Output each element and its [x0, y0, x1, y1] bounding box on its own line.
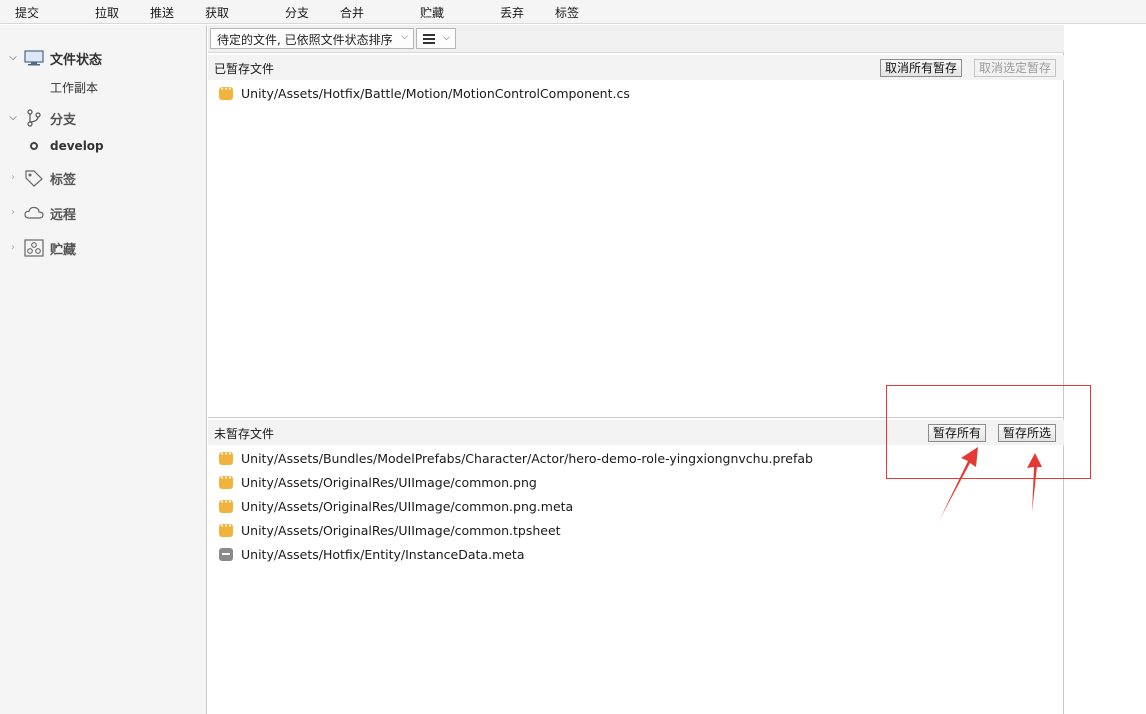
- filter-bar: 待定的文件, 已依照文件状态排序 ⌵ ⌵: [208, 25, 1064, 53]
- fetch-button[interactable]: 获取: [205, 4, 229, 21]
- sidebar-item-label: 文件状态: [50, 52, 103, 68]
- file-path: Unity/Assets/Hotfix/Entity/InstanceData.…: [241, 547, 525, 562]
- cloud-icon: [24, 204, 44, 222]
- annotation-arrow-left: [940, 447, 978, 519]
- sidebar-subitem-label: 工作副本: [50, 80, 99, 95]
- chevron-right-icon[interactable]: ›: [8, 208, 18, 218]
- pull-button[interactable]: 拉取: [95, 4, 119, 21]
- sidebar: ⌵ 文件状态 工作副本 ⌵ 分支 develop › 标签 › 远程 › 贮藏: [0, 25, 207, 714]
- sidebar-item-label: 分支: [50, 112, 77, 128]
- toolbar: 提交 拉取 推送 获取 分支 合并 贮藏 丢弃 标签: [0, 0, 1146, 24]
- file-path: Unity/Assets/OriginalRes/UIImage/common.…: [241, 523, 561, 538]
- push-button[interactable]: 推送: [150, 4, 174, 21]
- chevron-down-icon[interactable]: ⌵: [8, 113, 18, 123]
- monitor-icon: [24, 49, 44, 67]
- stash-button[interactable]: 贮藏: [420, 4, 444, 21]
- tag-icon: [24, 169, 44, 187]
- sidebar-item-working-copy[interactable]: 工作副本: [0, 76, 207, 98]
- file-path: Unity/Assets/OriginalRes/UIImage/common.…: [241, 475, 537, 490]
- unstaged-title: 未暂存文件: [214, 427, 275, 441]
- sidebar-item-branch-develop[interactable]: develop: [0, 135, 207, 157]
- chevron-down-icon[interactable]: ⌵: [8, 53, 18, 63]
- chevron-right-icon[interactable]: ›: [8, 243, 18, 253]
- sidebar-item-remotes[interactable]: › 远程: [0, 202, 207, 224]
- modified-icon: ···: [219, 474, 233, 489]
- staged-title: 已暂存文件: [214, 62, 275, 76]
- unstage-all-button[interactable]: 取消所有暂存: [880, 59, 963, 77]
- modified-icon: ···: [219, 522, 233, 537]
- sidebar-item-tags[interactable]: › 标签: [0, 167, 207, 189]
- sidebar-item-label: 标签: [50, 172, 77, 188]
- list-view-icon: [423, 34, 435, 44]
- chevron-right-icon[interactable]: ›: [8, 173, 18, 183]
- branch-name: develop: [50, 139, 104, 153]
- commit-button[interactable]: 提交: [15, 4, 39, 21]
- sidebar-item-label: 远程: [50, 207, 77, 223]
- tag-button[interactable]: 标签: [555, 4, 579, 21]
- main-panel: 待定的文件, 已依照文件状态排序 ⌵ ⌵ 已暂存文件 取消所有暂存 取消选定暂存…: [208, 25, 1064, 714]
- view-mode-dropdown[interactable]: ⌵: [416, 28, 456, 49]
- unstaged-file-row[interactable]: Unity/Assets/Hotfix/Entity/InstanceData.…: [208, 543, 1064, 565]
- sidebar-item-stashes[interactable]: › 贮藏: [0, 237, 207, 259]
- annotation-arrow-right: [1027, 453, 1042, 512]
- unstage-selected-button[interactable]: 取消选定暂存: [974, 59, 1057, 77]
- file-path: Unity/Assets/Hotfix/Battle/Motion/Motion…: [241, 86, 630, 101]
- sidebar-item-label: 贮藏: [50, 242, 77, 258]
- sidebar-item-branches[interactable]: ⌵ 分支: [0, 107, 207, 129]
- chevron-down-icon: ⌵: [443, 33, 450, 43]
- merge-button[interactable]: 合并: [340, 4, 364, 21]
- sidebar-item-file-status[interactable]: ⌵ 文件状态: [0, 47, 207, 69]
- discard-button[interactable]: 丢弃: [500, 4, 524, 21]
- staged-header: 已暂存文件 取消所有暂存 取消选定暂存: [208, 55, 1064, 80]
- branch-icon: [24, 109, 44, 127]
- chevron-down-icon: ⌵: [401, 32, 408, 42]
- sort-dropdown-label: 待定的文件, 已依照文件状态排序: [217, 33, 393, 47]
- stash-icon: [24, 239, 44, 257]
- modified-icon: ···: [219, 85, 233, 100]
- modified-icon: ···: [219, 450, 233, 465]
- removed-icon: [219, 548, 233, 561]
- file-path: Unity/Assets/OriginalRes/UIImage/common.…: [241, 499, 574, 514]
- sort-dropdown[interactable]: 待定的文件, 已依照文件状态排序 ⌵: [210, 28, 414, 49]
- annotation-arrows: [940, 447, 1042, 519]
- branch-button[interactable]: 分支: [285, 4, 309, 21]
- modified-icon: ···: [219, 498, 233, 513]
- current-branch-icon: [30, 142, 38, 150]
- file-path: Unity/Assets/Bundles/ModelPrefabs/Charac…: [241, 451, 813, 466]
- staged-file-row[interactable]: ··· Unity/Assets/Hotfix/Battle/Motion/Mo…: [208, 82, 1064, 104]
